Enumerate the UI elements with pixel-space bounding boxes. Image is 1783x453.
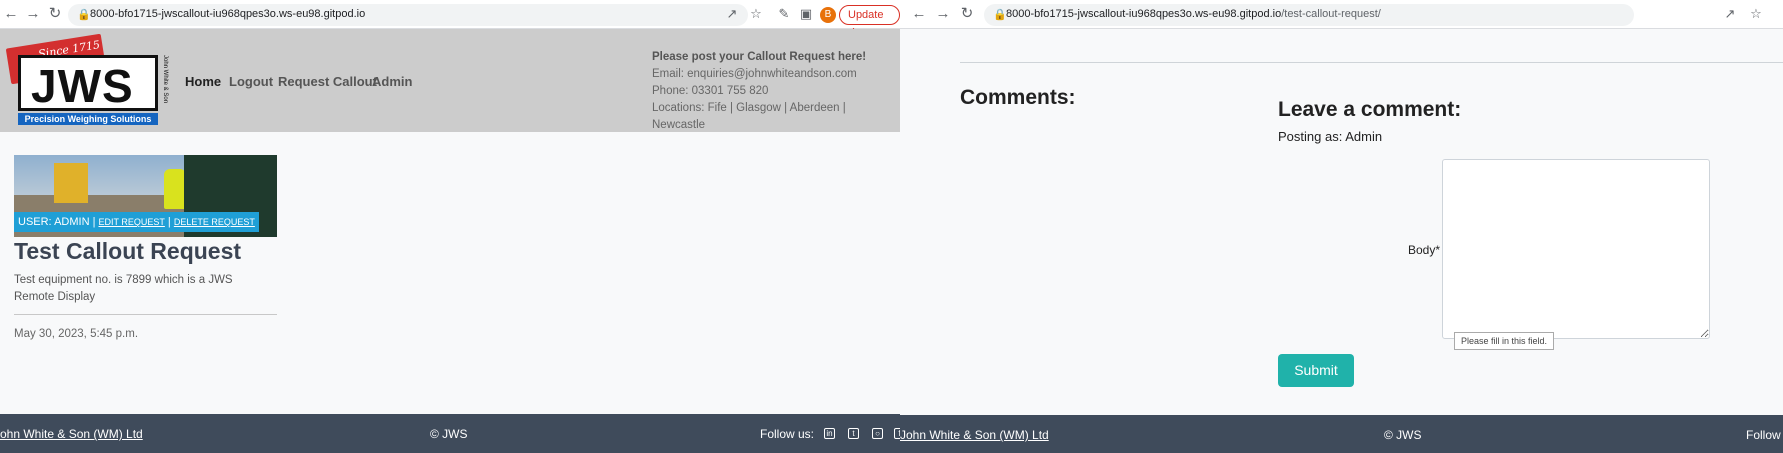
contact-headline: Please post your Callout Request here! [652,51,867,63]
logo-tagline: Precision Weighing Solutions [18,113,158,125]
logo-side-text: John White & Son [162,55,168,104]
address-bar[interactable]: 🔒 8000-bfo1715-jwscallout-iu968qpes3o.ws… [984,4,1634,26]
leave-comment-heading: Leave a comment: [1278,98,1462,121]
footer-follow-label: Follow us: [760,427,815,441]
site-footer-right: John White & Son (WM) Ltd © JWS Follow [900,415,1783,453]
browser-toolbar: ← → ↻ 🔒 8000-bfo1715-jwscallout-iu968qpe… [0,0,900,39]
main-content: USER: ADMIN | EDIT REQUEST | DELETE REQU… [0,132,900,414]
site-footer: John White & Son (WM) Ltd © JWS Follow u… [0,414,900,453]
address-bar[interactable]: 🔒 8000-bfo1715-jwscallout-iu968qpes3o.ws… [68,4,748,26]
nav-home[interactable]: Home [185,74,221,89]
contact-phone: Phone: 03301 755 820 [652,85,769,97]
lock-icon: 🔒 [993,9,1007,21]
contact-email: Email: enquiries@johnwhiteandson.com [652,68,857,80]
url-path: /test-callout-request/ [1281,8,1381,20]
admin-bar-separator: | [167,216,171,228]
section-divider [960,62,1783,63]
post-excerpt: Test equipment no. is 7899 which is a JW… [14,274,233,303]
comments-heading: Comments: [960,86,1076,109]
post-divider [14,314,277,315]
url-host: 8000-bfo1715-jwscallout-iu968qpes3o.ws-e… [1006,8,1282,20]
post-admin-bar: USER: ADMIN | EDIT REQUEST | DELETE REQU… [14,212,259,232]
contact-locations: Locations: Fife | Glasgow | Aberdeen | N… [652,102,846,131]
body-field-label: Body* [1408,243,1441,257]
reload-icon[interactable]: ↻ [958,5,976,23]
validation-tooltip: Please fill in this field. [1454,332,1555,350]
footer-follow-label: Follow [1746,428,1781,442]
screenshot-root: ← → ↻ 🔒 8000-bfo1715-jwscallout-iu968qpe… [0,0,1783,453]
comment-body-textarea[interactable] [1442,159,1710,339]
back-icon[interactable]: ← [2,5,20,23]
footer-owner-link[interactable]: John White & Son (WM) Ltd [900,428,1049,442]
nav-request-callout[interactable]: Request Callout [278,74,377,89]
submit-button[interactable]: Submit [1278,354,1354,387]
contact-info: Please post your Callout Request here! E… [652,49,892,134]
post-title[interactable]: Test Callout Request [14,238,241,265]
reload-icon[interactable]: ↻ [46,5,64,23]
nav-logout[interactable]: Logout [229,74,273,89]
footer-owner-link[interactable]: John White & Son (WM) Ltd [0,427,143,441]
post-date: May 30, 2023, 5:45 p.m. [14,328,139,340]
logo-wordmark: JWS [18,55,158,112]
share-icon[interactable]: ↗ [1722,6,1738,22]
image-worker [164,169,186,209]
side-panel-icon[interactable]: ▣ [798,6,814,22]
post-user-label: USER: ADMIN | [18,216,96,228]
share-icon[interactable]: ↗ [724,6,740,22]
lock-icon: 🔒 [77,9,91,21]
twitter-icon[interactable]: t [848,428,859,439]
jws-logo[interactable]: Since 1715 JWS John White & Son Precisio… [5,33,172,125]
site-header: Since 1715 JWS John White & Son Precisio… [0,29,900,132]
posting-as-text: Posting as: Admin [1278,129,1383,144]
left-browser-window: ← → ↻ 🔒 8000-bfo1715-jwscallout-iu968qpe… [0,0,900,453]
delete-request-link[interactable]: DELETE REQUEST [174,217,255,227]
update-button[interactable]: Update ⋮ [839,5,900,39]
address-bar-url: 8000-bfo1715-jwscallout-iu968qpes3o.ws-e… [1006,8,1381,20]
extensions-puzzle-icon[interactable]: ✎ [776,6,792,22]
bookmark-star-icon[interactable]: ☆ [748,6,764,22]
back-icon[interactable]: ← [910,5,928,23]
address-bar-url: 8000-bfo1715-jwscallout-iu968qpes3o.ws-e… [90,8,366,20]
logo-wordmark-text: JWS [31,60,134,112]
footer-copyright: © JWS [430,427,468,441]
profile-avatar[interactable]: B [820,7,836,23]
instagram-icon[interactable]: ○ [872,428,883,439]
edit-request-link[interactable]: EDIT REQUEST [99,217,165,227]
image-crane [54,163,88,203]
forward-icon[interactable]: → [24,5,42,23]
linkedin-icon[interactable]: in [824,428,835,439]
footer-copyright: © JWS [1384,428,1422,442]
forward-icon[interactable]: → [934,5,952,23]
nav-admin[interactable]: Admin [372,74,412,89]
update-label: Update [848,9,884,21]
right-browser-window: ← → ↻ 🔒 8000-bfo1715-jwscallout-iu968qpe… [900,0,1783,453]
browser-toolbar-right: ← → ↻ 🔒 8000-bfo1715-jwscallout-iu968qpe… [900,0,1783,29]
bookmark-star-icon[interactable]: ☆ [1748,6,1764,22]
